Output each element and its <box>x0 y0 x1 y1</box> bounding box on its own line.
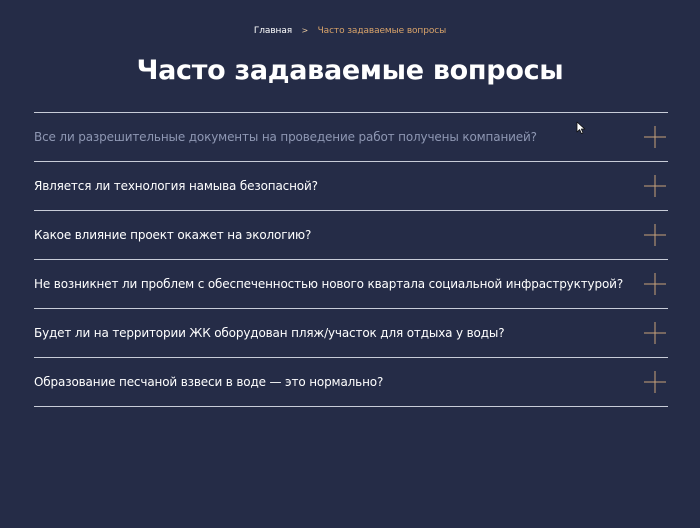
plus-icon[interactable] <box>644 371 666 393</box>
faq-item-beach[interactable]: Будет ли на территории ЖК оборудован пля… <box>34 309 668 358</box>
faq-question: Образование песчаной взвеси в воде — это… <box>34 375 384 389</box>
faq-item-technology-safety[interactable]: Является ли технология намыва безопасной… <box>34 162 668 211</box>
faq-item-permits[interactable]: Все ли разрешительные документы на прове… <box>34 113 668 162</box>
faq-item-sand-suspension[interactable]: Образование песчаной взвеси в воде — это… <box>34 358 668 407</box>
faq-item-infrastructure[interactable]: Не возникнет ли проблем с обеспеченность… <box>34 260 668 309</box>
faq-question: Какое влияние проект окажет на экологию? <box>34 228 312 242</box>
faq-accordion: Все ли разрешительные документы на прове… <box>34 112 668 407</box>
plus-icon[interactable] <box>644 322 666 344</box>
plus-icon[interactable] <box>644 175 666 197</box>
breadcrumb-current: Часто задаваемые вопросы <box>317 26 447 36</box>
mouse-cursor-icon <box>576 120 586 134</box>
faq-item-ecology[interactable]: Какое влияние проект окажет на экологию? <box>34 211 668 260</box>
page-title: Часто задаваемые вопросы <box>136 55 564 86</box>
faq-question: Все ли разрешительные документы на прове… <box>34 130 537 144</box>
breadcrumb-home-link[interactable]: Главная <box>254 26 292 36</box>
faq-question: Является ли технология намыва безопасной… <box>34 179 318 193</box>
breadcrumb: Главная > Часто задаваемые вопросы <box>0 25 700 37</box>
plus-icon[interactable] <box>644 273 666 295</box>
faq-question: Будет ли на территории ЖК оборудован пля… <box>34 326 505 340</box>
plus-icon[interactable] <box>644 126 666 148</box>
faq-question: Не возникнет ли проблем с обеспеченность… <box>34 277 624 291</box>
plus-icon[interactable] <box>644 224 666 246</box>
breadcrumb-separator-icon: > <box>301 26 309 35</box>
